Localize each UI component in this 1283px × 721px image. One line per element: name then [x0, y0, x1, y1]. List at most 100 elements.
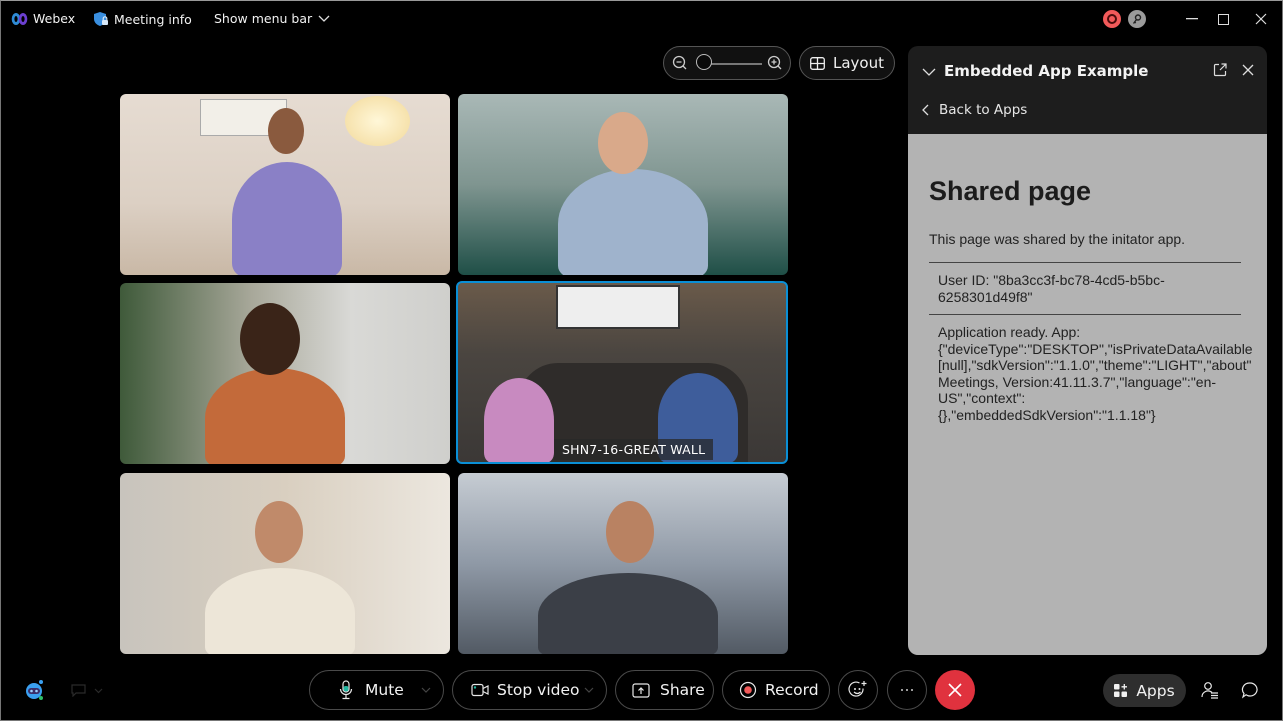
- stop-video-button[interactable]: Stop video: [452, 670, 607, 710]
- layout-button[interactable]: Layout: [799, 46, 895, 80]
- captions-button[interactable]: [71, 684, 103, 697]
- panel-title: Embedded App Example: [944, 62, 1149, 80]
- pop-out-icon[interactable]: [1213, 63, 1227, 77]
- back-to-apps-label: Back to Apps: [939, 102, 1028, 118]
- reactions-smiley-icon: [848, 681, 867, 697]
- app-line: US","context":: [938, 390, 1026, 406]
- app-line: {},"embeddedSdkVersion":"1.1.18"}: [938, 406, 1156, 423]
- recording-indicator-icon[interactable]: [1103, 10, 1121, 28]
- collapse-chevron-icon[interactable]: [922, 68, 936, 77]
- microphone-icon: [339, 680, 353, 700]
- stop-video-label: Stop video: [497, 681, 580, 699]
- webex-app-label: Webex: [11, 11, 75, 26]
- apps-button[interactable]: Apps: [1103, 674, 1186, 707]
- apps-label: Apps: [1136, 681, 1175, 700]
- more-dots-icon: [901, 689, 913, 691]
- show-menu-bar-label: Show menu bar: [214, 11, 313, 26]
- user-id-line-2: 6258301d49f8": [938, 288, 1033, 305]
- embedded-app-content: Shared page This page was shared by the …: [908, 134, 1267, 655]
- leave-meeting-button[interactable]: [935, 670, 975, 710]
- video-tile-2[interactable]: [458, 94, 788, 275]
- share-label: Share: [660, 681, 705, 699]
- share-button[interactable]: Share: [615, 670, 714, 710]
- record-label: Record: [765, 681, 819, 699]
- divider: [929, 262, 1241, 263]
- chevron-down-icon: [318, 15, 330, 22]
- participant-head: [240, 303, 300, 375]
- video-tile-3[interactable]: [120, 283, 450, 464]
- close-panel-icon[interactable]: [1242, 64, 1254, 76]
- participant-body: [558, 169, 708, 275]
- maximize-icon: [1217, 13, 1229, 25]
- video-zoom-control[interactable]: [663, 46, 791, 80]
- app-line: {"deviceType":"DESKTOP","isPrivateDataAv…: [938, 340, 1253, 357]
- record-button[interactable]: Record: [722, 670, 830, 710]
- participant-head: [606, 501, 654, 563]
- close-icon: [1255, 13, 1267, 25]
- user-id-text: User ID: "8ba3cc3f-bc78-4cd5-b5bc- 62583…: [938, 272, 1165, 305]
- show-menu-bar-button[interactable]: Show menu bar: [214, 11, 335, 26]
- layout-grid-icon: [810, 56, 825, 70]
- participant-body: [538, 573, 718, 654]
- back-to-apps-link[interactable]: Back to Apps: [922, 102, 1027, 118]
- reactions-button[interactable]: [838, 670, 878, 710]
- closed-captions-icon: [71, 684, 86, 697]
- video-options-chevron-icon[interactable]: [584, 687, 594, 693]
- meeting-info-button[interactable]: Meeting info: [93, 11, 192, 27]
- participant-head: [255, 501, 303, 563]
- close-icon: [948, 683, 962, 697]
- more-options-button[interactable]: [887, 670, 927, 710]
- shared-page-heading: Shared page: [929, 176, 1092, 206]
- video-tile-1[interactable]: [120, 94, 450, 275]
- video-tile-4-active-speaker[interactable]: SHN7-16-GREAT WALL: [456, 281, 788, 464]
- participant-name-tag: SHN7-16-GREAT WALL: [554, 439, 714, 460]
- title-bar: Webex Meeting info Show menu bar: [1, 1, 1282, 37]
- mute-button[interactable]: Mute: [309, 670, 444, 710]
- ai-assistant-icon: [26, 680, 43, 700]
- close-window-button[interactable]: [1251, 9, 1271, 29]
- room-display: [556, 285, 680, 329]
- maximize-button[interactable]: [1213, 9, 1233, 29]
- app-line: Application ready. App:: [938, 324, 1081, 340]
- participant-head: [268, 108, 304, 154]
- record-icon: [739, 681, 757, 699]
- participants-button[interactable]: [1201, 681, 1219, 703]
- participant-body: [484, 378, 554, 462]
- participant-head: [598, 112, 648, 174]
- mute-options-chevron-icon[interactable]: [421, 687, 431, 693]
- lamp: [345, 96, 410, 146]
- chat-button[interactable]: [1241, 681, 1259, 703]
- chevron-down-icon: [94, 688, 103, 693]
- shared-page-description: This page was shared by the initator app…: [929, 231, 1186, 247]
- user-id-line-1: User ID: "8ba3cc3f-bc78-4cd5-b5bc-: [938, 272, 1165, 288]
- key-icon[interactable]: [1128, 10, 1146, 28]
- webex-logo-icon: [11, 12, 28, 25]
- panel-header: Embedded App Example Back to Apps: [908, 46, 1267, 134]
- divider: [929, 314, 1241, 315]
- mute-label: Mute: [365, 681, 404, 699]
- participant-body: [232, 162, 342, 275]
- participant-body: [205, 368, 345, 464]
- app-line: [null],"sdkVersion":"1.1.0","theme":"LIG…: [938, 357, 1252, 373]
- participant-body: [205, 568, 355, 654]
- participants-list-icon: [1201, 682, 1218, 699]
- chat-bubble-icon: [1241, 682, 1258, 699]
- app-line: Meetings, Version:41.11.3.7","language":…: [938, 373, 1217, 390]
- shield-lock-icon: [94, 12, 108, 26]
- video-camera-icon: [471, 683, 489, 697]
- chevron-left-icon: [922, 104, 929, 116]
- video-tile-6[interactable]: [458, 473, 788, 654]
- zoom-out-icon[interactable]: [672, 55, 688, 71]
- app-ready-text: Application ready. App: {"deviceType":"D…: [938, 324, 1253, 423]
- zoom-slider-track[interactable]: [706, 63, 762, 65]
- meeting-info-label: Meeting info: [114, 11, 192, 27]
- zoom-in-icon[interactable]: [767, 55, 783, 71]
- minimize-button[interactable]: [1182, 9, 1202, 29]
- minimize-icon: [1186, 18, 1198, 20]
- app-name: Webex: [33, 11, 76, 26]
- layout-label: Layout: [833, 54, 884, 72]
- share-screen-icon: [632, 682, 650, 698]
- video-tile-5[interactable]: [120, 473, 450, 654]
- ai-assistant-button[interactable]: [23, 678, 47, 702]
- zoom-slider-thumb[interactable]: [696, 54, 712, 70]
